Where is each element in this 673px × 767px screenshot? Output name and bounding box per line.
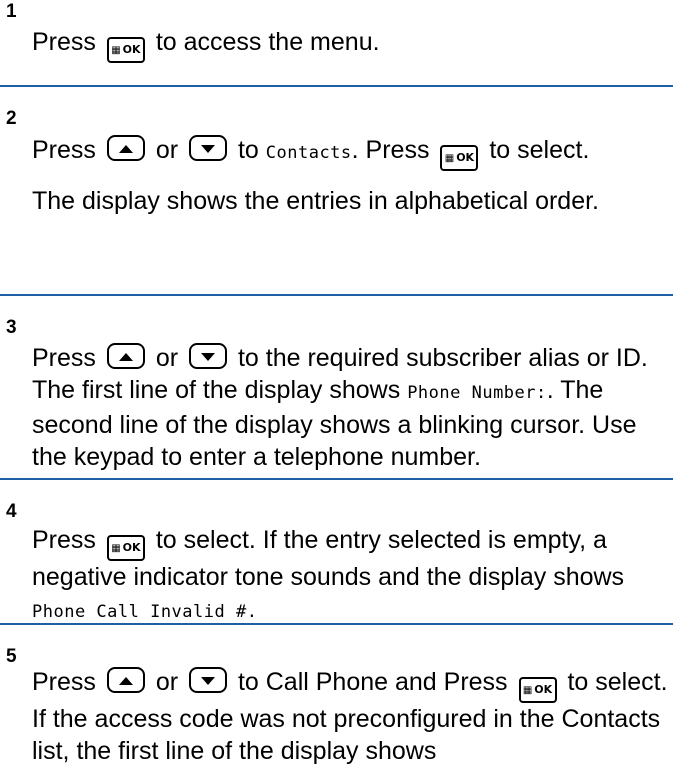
down-arrow-key-icon — [189, 667, 227, 693]
menu-ok-key-icon: ▦ OK — [440, 145, 479, 171]
step-note: The display shows the entries in alphabe… — [32, 187, 599, 215]
step-text: Press or to Contacts. Press ▦ OK to selec… — [32, 134, 668, 217]
up-arrow-key-icon — [106, 343, 145, 369]
step-number: 2 — [6, 108, 17, 129]
step-text: Press or to Call Phone and Press ▦ OK to … — [32, 667, 668, 765]
up-arrow-key-icon — [106, 667, 145, 693]
down-arrow-key-icon — [189, 343, 227, 369]
phone-call-invalid-display-text: Phone Call Invalid #. — [32, 602, 258, 622]
menu-ok-key-icon: ▦ OK — [106, 535, 145, 561]
step-text: Press ▦ OK to access the menu. — [32, 26, 668, 63]
step-separator — [0, 478, 673, 480]
down-arrow-key-icon — [189, 135, 227, 161]
step-separator — [0, 623, 673, 625]
step-separator — [0, 85, 673, 87]
step-text: Press ▦ OK to select. If the entry select… — [32, 526, 625, 622]
menu-ok-key-icon: ▦ OK — [518, 677, 557, 703]
step-number: 4 — [6, 501, 17, 522]
menu-ok-key-icon: ▦ OK — [106, 37, 145, 63]
step-number: 3 — [6, 317, 17, 338]
contacts-display-text: Contacts — [265, 143, 352, 163]
press-text: Press — [32, 28, 96, 56]
up-arrow-key-icon — [106, 135, 145, 161]
phone-number-display-text: Phone Number: — [407, 383, 547, 403]
step-number: 5 — [6, 646, 17, 667]
step-text: Press or to the required subscriber alia… — [32, 343, 648, 471]
step-number: 1 — [6, 1, 17, 22]
step-separator — [0, 294, 673, 296]
